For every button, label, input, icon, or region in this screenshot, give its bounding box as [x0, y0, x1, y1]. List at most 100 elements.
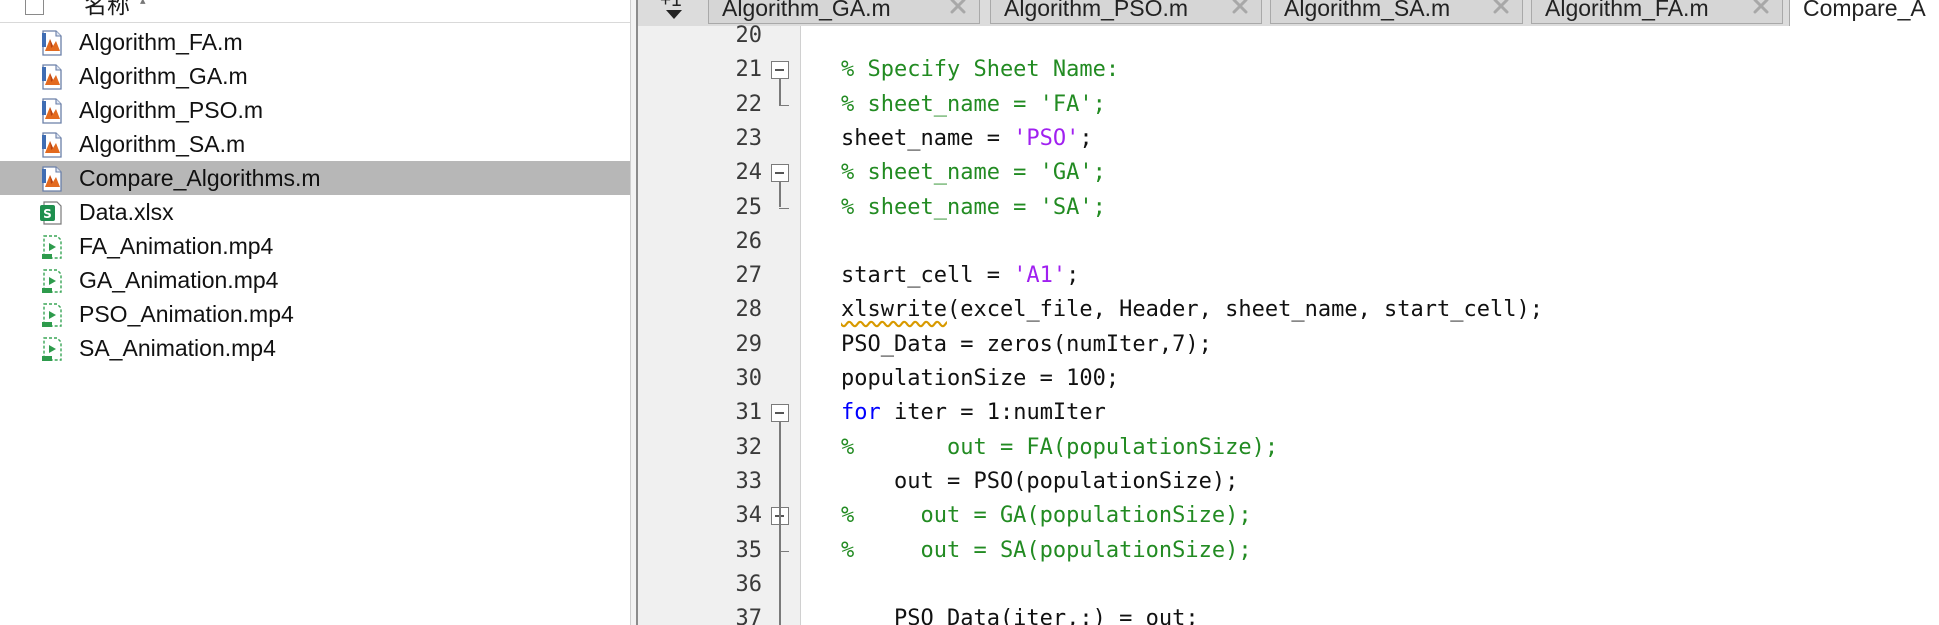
code-text: start_cell = 'A1'; — [841, 259, 1079, 293]
code-text: % out = FA(populationSize); — [841, 431, 1278, 465]
code-text: PSO_Data = zeros(numIter,7); — [841, 328, 1212, 362]
code-line: 35 % out = SA(populationSize); — [638, 534, 1939, 568]
video-file-icon — [38, 335, 66, 363]
file-row[interactable]: SA_Animation.mp4 — [0, 331, 630, 365]
fold-end-marker — [779, 207, 789, 209]
code-text: for iter = 1:numIter — [841, 396, 1106, 430]
code-text: xlswrite(excel_file, Header, sheet_name,… — [841, 293, 1543, 327]
code-comment: % sheet_name = 'GA'; — [841, 160, 1106, 186]
close-tab-icon[interactable] — [947, 0, 969, 17]
code-line: 24 % sheet_name = 'GA'; — [638, 156, 1939, 190]
code-warning: xlswrite — [841, 297, 947, 323]
file-row[interactable]: Algorithm_FA.m — [0, 25, 630, 59]
code-line: 30 populationSize = 100; — [638, 362, 1939, 396]
line-number: 36 — [735, 571, 763, 597]
matlab-script-icon — [38, 29, 66, 57]
code-text: % Specify Sheet Name: — [841, 53, 1119, 87]
code-text: PSO_Data(iter,:) = out; — [841, 602, 1199, 625]
line-number: 35 — [735, 537, 763, 563]
code-text: populationSize = 100; — [841, 362, 1119, 396]
code-token: PSO_Data = zeros(numIter,7); — [841, 331, 1212, 357]
line-number: 26 — [735, 228, 763, 254]
line-number: 28 — [735, 297, 763, 323]
file-row[interactable]: Algorithm_PSO.m — [0, 93, 630, 127]
dropdown-arrow-icon — [666, 10, 682, 19]
line-number: 20 — [735, 23, 763, 48]
code-line: 37 PSO_Data(iter,:) = out; — [638, 602, 1939, 625]
code-comment: % Specify Sheet Name: — [841, 57, 1120, 83]
line-number: 31 — [735, 400, 763, 426]
close-tab-icon[interactable] — [1750, 0, 1772, 17]
code-line: 28 xlswrite(excel_file, Header, sheet_nam… — [638, 293, 1939, 327]
code-editor: +1 Algorithm_GA.m Algorithm_PSO.m Algorith… — [638, 0, 1939, 625]
code-comment: % out = GA(populationSize); — [841, 503, 1252, 529]
line-number: 30 — [735, 366, 763, 391]
file-name: Data.xlsx — [79, 199, 174, 225]
select-all-checkbox[interactable] — [25, 0, 44, 15]
file-name: PSO_Animation.mp4 — [79, 301, 294, 327]
line-number: 23 — [735, 125, 763, 151]
line-number: 32 — [735, 434, 763, 460]
file-row[interactable]: Algorithm_SA.m — [0, 127, 630, 161]
code-line: 22 % sheet_name = 'FA'; — [638, 88, 1939, 122]
code-token: sheet_name = — [841, 125, 1014, 151]
file-name: SA_Animation.mp4 — [79, 335, 276, 361]
code-comment: % sheet_name = 'FA'; — [841, 91, 1106, 117]
code-line: 20 — [638, 19, 1939, 53]
file-row[interactable]: S Data.xlsx — [0, 195, 630, 229]
line-number: 25 — [735, 194, 763, 220]
line-number: 22 — [735, 91, 763, 117]
sort-ascending-icon[interactable]: ▴ — [140, 0, 146, 7]
line-number: 29 — [735, 331, 763, 357]
code-text: % sheet_name = 'SA'; — [841, 191, 1106, 225]
file-browser: 名称 ▴ Algorithm_FA.m Algorithm_GA.m Algorit… — [0, 0, 630, 625]
file-row[interactable]: FA_Animation.mp4 — [0, 229, 630, 263]
code-comment: % out = SA(populationSize); — [841, 537, 1252, 563]
file-name: FA_Animation.mp4 — [79, 233, 274, 259]
file-row[interactable]: Algorithm_GA.m — [0, 59, 630, 93]
code-line: 29 PSO_Data = zeros(numIter,7); — [638, 328, 1939, 362]
line-number: 27 — [735, 263, 763, 289]
code-line: 34 % out = GA(populationSize); — [638, 499, 1939, 533]
file-name: Algorithm_FA.m — [79, 29, 243, 55]
fold-collapse-icon[interactable] — [771, 61, 789, 80]
file-browser-header: 名称 ▴ — [0, 0, 630, 23]
file-name: Algorithm_SA.m — [79, 131, 246, 157]
code-token: ; — [1079, 125, 1093, 151]
code-token: out = PSO(populationSize); — [841, 468, 1239, 494]
code-token: PSO_Data(iter,:) = out; — [841, 606, 1199, 625]
line-number: 34 — [735, 503, 763, 529]
spreadsheet-icon: S — [38, 199, 66, 227]
matlab-script-icon — [38, 165, 66, 193]
matlab-script-icon — [38, 97, 66, 125]
close-tab-icon[interactable] — [1229, 0, 1251, 17]
fold-end-marker — [779, 550, 789, 552]
svg-text:S: S — [43, 207, 52, 221]
code-token: start_cell = — [841, 263, 1014, 289]
code-line: 31 for iter = 1:numIter — [638, 396, 1939, 430]
line-number: 33 — [735, 468, 763, 494]
code-token: iter = 1:numIter — [880, 400, 1106, 426]
video-file-icon — [38, 233, 66, 261]
code-string: 'PSO' — [1013, 125, 1080, 151]
file-row[interactable]: Compare_Algorithms.m — [0, 161, 630, 195]
file-row[interactable]: PSO_Animation.mp4 — [0, 297, 630, 331]
line-number: 21 — [735, 57, 763, 83]
code-line: 27 start_cell = 'A1'; — [638, 259, 1939, 293]
panel-splitter[interactable] — [630, 0, 638, 625]
fold-guide — [779, 422, 781, 625]
file-row[interactable]: GA_Animation.mp4 — [0, 263, 630, 297]
fold-collapse-icon[interactable] — [771, 404, 789, 423]
code-string: 'A1' — [1013, 263, 1067, 289]
fold-collapse-icon[interactable] — [771, 164, 789, 183]
fold-guide — [779, 182, 781, 208]
code-text: % sheet_name = 'GA'; — [841, 156, 1106, 190]
line-number: 37 — [735, 606, 763, 625]
code-token: (excel_file, Header, sheet_name, start_c… — [946, 297, 1543, 323]
close-tab-icon[interactable] — [1490, 0, 1512, 17]
code-token: populationSize = 100; — [841, 366, 1120, 391]
code-line: 23 sheet_name = 'PSO'; — [638, 122, 1939, 156]
code-line: 36 — [638, 568, 1939, 602]
file-name: Algorithm_GA.m — [79, 63, 248, 89]
column-header-name[interactable]: 名称 — [84, 0, 130, 19]
